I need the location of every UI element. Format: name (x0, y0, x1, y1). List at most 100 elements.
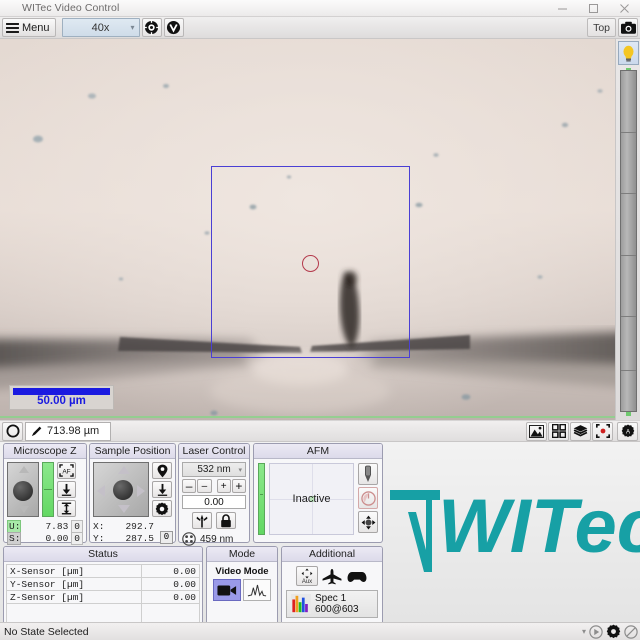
menu-button-label: Menu (22, 21, 50, 34)
z-down-arrow-icon[interactable] (19, 506, 29, 513)
window-title: WITec Video Control (22, 2, 120, 14)
autofocus-target-button[interactable] (141, 18, 162, 37)
xy-knob[interactable] (113, 480, 133, 500)
table-row: X-Sensor [µm] 0.00 (6, 564, 200, 578)
laser-wavelength-value: 532 nm (197, 464, 231, 475)
laser-power-decrease-small[interactable]: – (197, 479, 212, 493)
title-bar: WITec Video Control (0, 0, 640, 17)
scale-bar-line (13, 388, 110, 395)
objective-select[interactable]: 40x ▾ (61, 18, 140, 37)
afm-move-button[interactable] (358, 511, 378, 533)
status-label: Z-Sensor [µm] (6, 590, 142, 604)
panel-sample-position: Sample Position X: 292.7 Y: 287.5 0 (89, 443, 176, 544)
aux-arrows-icon (301, 568, 313, 578)
close-button[interactable] (609, 0, 640, 17)
z-readout-row: U: 7.83 0 (7, 519, 83, 533)
crosshair-circle-icon[interactable] (182, 532, 196, 546)
measurement-field[interactable]: 713.98 µm (25, 421, 111, 441)
no-entry-icon[interactable] (624, 624, 638, 639)
z-setpoint-unit: 0 (71, 531, 83, 545)
xy-left-arrow-icon[interactable] (97, 485, 105, 497)
laser-power-increase-large[interactable]: + (231, 479, 246, 493)
window-controls (547, 0, 640, 17)
chevron-down-icon: ▾ (130, 23, 135, 32)
settings-gear-icon[interactable]: A (617, 421, 638, 441)
layers-icon[interactable] (570, 421, 591, 441)
afm-z-indicator[interactable] (258, 463, 265, 535)
gear-icon[interactable] (606, 624, 621, 639)
afm-tip-approach-button[interactable] (358, 463, 378, 485)
microscope-video-feed[interactable]: 50.00 µm (0, 39, 615, 420)
laser-spot-marker[interactable] (302, 255, 319, 272)
laser-power-decrease-large[interactable]: – (182, 479, 197, 493)
z-setpoint-row: S: 0.00 0 (7, 531, 83, 545)
aux-button[interactable]: Aux (296, 566, 318, 586)
illumination-slider[interactable] (617, 68, 640, 416)
spectrum-bars-icon (291, 594, 311, 614)
z-knob-control[interactable] (7, 462, 39, 517)
afm-scan-preview[interactable]: Inactive (269, 463, 354, 535)
mode-label: Video Mode (215, 566, 269, 577)
xy-up-arrow-icon[interactable] (118, 466, 130, 474)
top-view-button[interactable]: Top (587, 18, 616, 37)
table-row: Z-Sensor [µm] 0.00 (6, 590, 200, 604)
minimize-button[interactable] (547, 0, 578, 17)
autofocus-button[interactable]: AF (57, 462, 76, 479)
table-row: Y-Sensor [µm] 0.00 (6, 577, 200, 591)
z-knob[interactable] (13, 481, 33, 501)
position-marker-button[interactable] (152, 462, 172, 479)
slider-thumb[interactable] (619, 70, 637, 412)
chevron-down-icon: ▾ (238, 466, 242, 474)
state-text: No State Selected (4, 625, 89, 638)
focus-target-icon[interactable] (592, 421, 613, 441)
xy-joystick[interactable] (93, 462, 149, 517)
main-toolbar: Menu 40x ▾ Top (0, 17, 640, 39)
chevron-down-icon[interactable]: ▾ (582, 627, 586, 636)
video-mode-button[interactable] (163, 18, 184, 37)
panel-status: Status X-Sensor [µm] 0.00 Y-Sensor [µm] … (3, 546, 203, 634)
panel-title-additional: Additional (282, 547, 382, 562)
gamepad-button[interactable] (346, 566, 368, 586)
laser-lock-button[interactable] (216, 512, 236, 529)
status-label: X-Sensor [µm] (6, 564, 142, 578)
x-position-value: 292.7 (125, 520, 154, 532)
camera-icon[interactable] (618, 18, 638, 37)
laser-power-input[interactable]: 0.00 (182, 495, 246, 509)
y-position-key: Y: (93, 532, 105, 544)
play-icon[interactable] (589, 624, 603, 639)
xy-down-arrow-icon[interactable] (118, 505, 130, 513)
spectrometer-button[interactable]: Spec 1 600@603 (286, 590, 378, 618)
video-mode-button[interactable] (213, 579, 241, 601)
range-button[interactable] (57, 500, 76, 517)
afm-gauge-button[interactable] (358, 487, 378, 509)
circle-icon[interactable] (2, 421, 23, 441)
airplane-button[interactable] (321, 566, 343, 586)
zero-position-button[interactable]: 0 (160, 531, 173, 544)
z-up-arrow-icon[interactable] (19, 466, 29, 473)
status-label: Y-Sensor [µm] (6, 577, 142, 591)
laser-burst-button[interactable] (192, 512, 212, 529)
grid-icon[interactable] (548, 421, 569, 441)
spectrometer-name: Spec 1 (315, 593, 347, 604)
panel-title-afm: AFM (254, 444, 382, 459)
z-range-indicator[interactable] (42, 462, 54, 517)
status-value: 0.00 (141, 564, 200, 578)
panel-title-sample-position: Sample Position (90, 444, 175, 459)
sample-move-down-button[interactable] (152, 481, 172, 498)
panel-additional: Additional Aux Spec 1 600@603 (281, 546, 383, 630)
xy-right-arrow-icon[interactable] (137, 485, 145, 497)
video-tools-strip: 713.98 µm A (0, 420, 640, 442)
laser-wavelength-select[interactable]: 532 nm ▾ (182, 462, 246, 477)
laser-power-increase-small[interactable]: + (216, 479, 231, 493)
spectrum-mode-button[interactable] (243, 579, 271, 601)
witec-video-control-window: WITec Video Control Menu 40x ▾ Top 50.00… (0, 0, 640, 640)
image-icon[interactable] (526, 421, 547, 441)
control-panels: WITec Microscope Z AF U: 7.83 0 S: 0.00 … (0, 442, 640, 634)
lightbulb-icon[interactable] (617, 41, 639, 65)
panel-microscope-z: Microscope Z AF U: 7.83 0 S: 0.00 0 (3, 443, 87, 545)
maximize-button[interactable] (578, 0, 609, 17)
move-down-button[interactable] (57, 481, 76, 498)
sample-settings-button[interactable] (152, 500, 172, 517)
menu-button[interactable]: Menu (2, 18, 56, 37)
svg-text:WITec: WITec (438, 484, 640, 569)
